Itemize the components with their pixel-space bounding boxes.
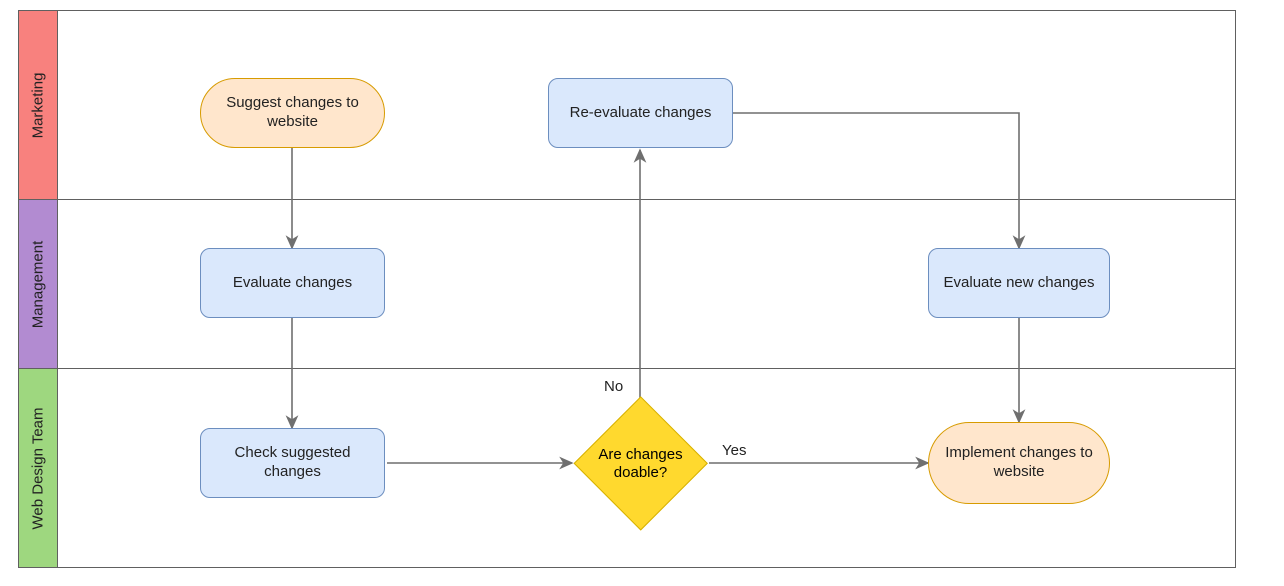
node-implement-changes: Implement changes to website bbox=[928, 422, 1110, 504]
lane-label-marketing: Marketing bbox=[30, 72, 47, 138]
node-reevaluate-label: Re-evaluate changes bbox=[570, 104, 712, 123]
node-implement-label: Implement changes to website bbox=[939, 444, 1099, 482]
node-decision-label: Are changes doable? bbox=[573, 446, 708, 482]
node-decision-doable: Are changes doable? bbox=[573, 396, 708, 531]
lane-label-management: Management bbox=[30, 240, 47, 328]
node-check-label: Check suggested changes bbox=[211, 444, 374, 482]
node-suggest-changes: Suggest changes to website bbox=[200, 78, 385, 148]
lane-header-management: Management bbox=[18, 199, 58, 369]
lane-label-webdesign: Web Design Team bbox=[30, 407, 47, 529]
node-reevaluate-changes: Re-evaluate changes bbox=[548, 78, 733, 148]
lane-header-marketing: Marketing bbox=[18, 10, 58, 200]
node-evaluate-label: Evaluate changes bbox=[233, 274, 352, 293]
node-suggest-label: Suggest changes to website bbox=[211, 94, 374, 132]
node-evaluate-changes: Evaluate changes bbox=[200, 248, 385, 318]
lane-header-webdesign: Web Design Team bbox=[18, 368, 58, 568]
edge-label-yes: Yes bbox=[720, 442, 748, 459]
node-check-changes: Check suggested changes bbox=[200, 428, 385, 498]
node-evaluate-new-changes: Evaluate new changes bbox=[928, 248, 1110, 318]
edge-label-no: No bbox=[602, 378, 625, 395]
node-evalnew-label: Evaluate new changes bbox=[944, 274, 1095, 293]
